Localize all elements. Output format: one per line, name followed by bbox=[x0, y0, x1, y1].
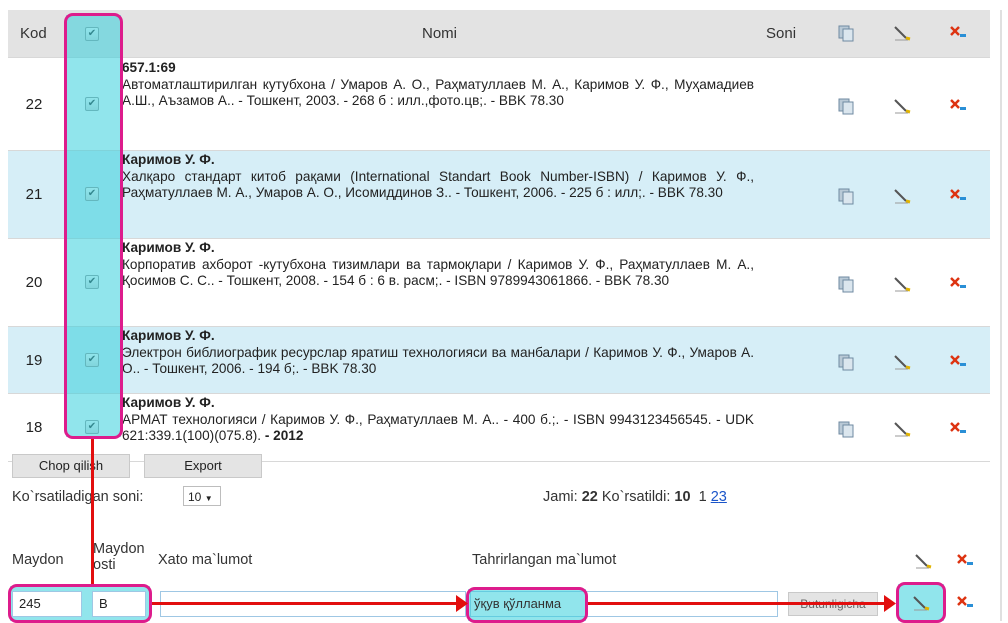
print-button[interactable]: Chop qilish bbox=[12, 454, 130, 478]
delete-icon[interactable] bbox=[948, 96, 968, 116]
copy-icon[interactable] bbox=[836, 274, 856, 294]
row-body: Электрон библиографик ресурслар яратиш т… bbox=[122, 344, 754, 377]
dropdown-arrow-icon: ▼ bbox=[204, 494, 213, 503]
table-row[interactable]: 20 ✔ Каримов У. Ф.Корпоратив ахборот -ку… bbox=[8, 238, 990, 327]
col-field-label: Maydon bbox=[12, 552, 64, 568]
page-link-3[interactable]: 3 bbox=[719, 489, 727, 505]
delete-icon[interactable] bbox=[948, 419, 968, 439]
delete-header-icon bbox=[948, 23, 968, 43]
field-input[interactable]: 245 bbox=[12, 591, 82, 617]
delete-icon[interactable] bbox=[948, 274, 968, 294]
row-description: Каримов У. Ф. Электрон библиографик ресур… bbox=[122, 328, 754, 378]
arrow-head-apply-icon bbox=[884, 595, 896, 612]
copy-icon[interactable] bbox=[836, 419, 856, 439]
subfield-input[interactable]: B bbox=[92, 591, 146, 617]
shown-value: 10 bbox=[674, 489, 691, 505]
row-kod: 19 bbox=[25, 352, 43, 369]
arrow-to-edited bbox=[152, 602, 466, 605]
table-header: Kod ✔ Nomi Soni bbox=[8, 10, 990, 57]
copy-icon[interactable] bbox=[836, 352, 856, 372]
edit-icon[interactable] bbox=[892, 186, 912, 206]
delete-icon[interactable] bbox=[948, 186, 968, 206]
row-description: Каримов У. Ф. Халқаро стандарт китоб рақа… bbox=[122, 152, 754, 202]
table-row[interactable]: 21 ✔ Каримов У. Ф.Халқаро стандарт китоб… bbox=[8, 150, 990, 239]
row-description: Каримов У. Ф. Корпоратив ахборот -кутубхо… bbox=[122, 240, 754, 290]
row-kod: 18 bbox=[25, 419, 43, 436]
copy-icon[interactable] bbox=[836, 96, 856, 116]
col-subfield-label: Maydon osti bbox=[93, 541, 145, 573]
table-row[interactable]: 19 ✔ Каримов У. Ф.Электрон библиографик … bbox=[8, 326, 990, 394]
table-row[interactable]: 18 ✔ Каримов У. Ф.АРМАТ технологияси / К… bbox=[8, 393, 990, 462]
header-soni[interactable]: Soni bbox=[766, 10, 796, 57]
row-kod: 20 bbox=[25, 274, 43, 291]
col-wrong-label: Xato ma`lumot bbox=[158, 552, 253, 568]
shown-label: Ko`rsatildi: bbox=[601, 489, 671, 505]
checkbox-column-frame bbox=[64, 13, 123, 439]
total-label: Jami: bbox=[543, 489, 578, 505]
table-row[interactable]: 22 ✔ 657.1:69Автоматлаштирилган кутубхон… bbox=[8, 57, 990, 151]
row-heading: 657.1:69 bbox=[122, 60, 176, 75]
row-description: 657.1:69 Автоматлаштирилган кутубхона / У… bbox=[122, 60, 754, 110]
row-body: Халқаро стандарт китоб рақами (Internati… bbox=[122, 168, 754, 201]
pager-summary: Jami: 22 Ko`rsatildi: 10 1 23 bbox=[543, 489, 727, 505]
page-link-2[interactable]: 2 bbox=[711, 489, 719, 505]
remove-edit-icon[interactable] bbox=[955, 593, 975, 613]
arrow-vertical bbox=[91, 439, 94, 584]
apply-edit-icon[interactable] bbox=[911, 593, 931, 613]
row-heading: Каримов У. Ф. bbox=[122, 395, 215, 410]
per-page-value: 10 bbox=[188, 490, 202, 504]
header-nomi[interactable]: Nomi bbox=[422, 10, 457, 57]
arrow-to-apply bbox=[588, 602, 886, 605]
per-page-label: Ko`rsatiladigan soni: bbox=[12, 489, 144, 505]
row-body: Автоматлаштирилган кутубхона / Умаров А.… bbox=[122, 76, 754, 109]
arrow-head-edited-icon bbox=[456, 595, 468, 612]
row-kod: 22 bbox=[25, 96, 43, 113]
row-year: - 2012 bbox=[261, 428, 304, 444]
delete-all-icon[interactable] bbox=[955, 551, 975, 571]
page-current: 1 bbox=[698, 489, 707, 505]
edit-icon[interactable] bbox=[892, 352, 912, 372]
delete-icon[interactable] bbox=[948, 352, 968, 372]
row-description: Каримов У. Ф. АРМАТ технологияси / Каримо… bbox=[122, 395, 754, 445]
row-heading: Каримов У. Ф. bbox=[122, 152, 215, 167]
save-all-icon[interactable] bbox=[913, 551, 933, 571]
row-body: Корпоратив ахборот -кутубхона тизимлари … bbox=[122, 256, 754, 289]
edit-icon[interactable] bbox=[892, 419, 912, 439]
copy-header-icon bbox=[836, 23, 856, 43]
header-kod[interactable]: Kod bbox=[20, 10, 47, 57]
copy-icon[interactable] bbox=[836, 186, 856, 206]
right-border bbox=[1000, 10, 1002, 621]
edit-icon[interactable] bbox=[892, 274, 912, 294]
row-kod: 21 bbox=[25, 186, 43, 203]
edit-header-icon bbox=[892, 23, 912, 43]
total-value: 22 bbox=[581, 489, 598, 505]
col-edited-label: Tahrirlangan ma`lumot bbox=[472, 552, 617, 568]
row-heading: Каримов У. Ф. bbox=[122, 328, 215, 343]
edited-value-text: ўқув қўлланма bbox=[474, 596, 562, 611]
per-page-select[interactable]: 10 ▼ bbox=[183, 486, 221, 506]
row-body: АРМАТ технологияси / Каримов У. Ф., Раҳм… bbox=[122, 411, 754, 444]
export-button[interactable]: Export bbox=[144, 454, 262, 478]
row-heading: Каримов У. Ф. bbox=[122, 240, 215, 255]
edit-icon[interactable] bbox=[892, 96, 912, 116]
page: { "table": { "headers": { "kod": "Kod", … bbox=[0, 0, 1008, 623]
